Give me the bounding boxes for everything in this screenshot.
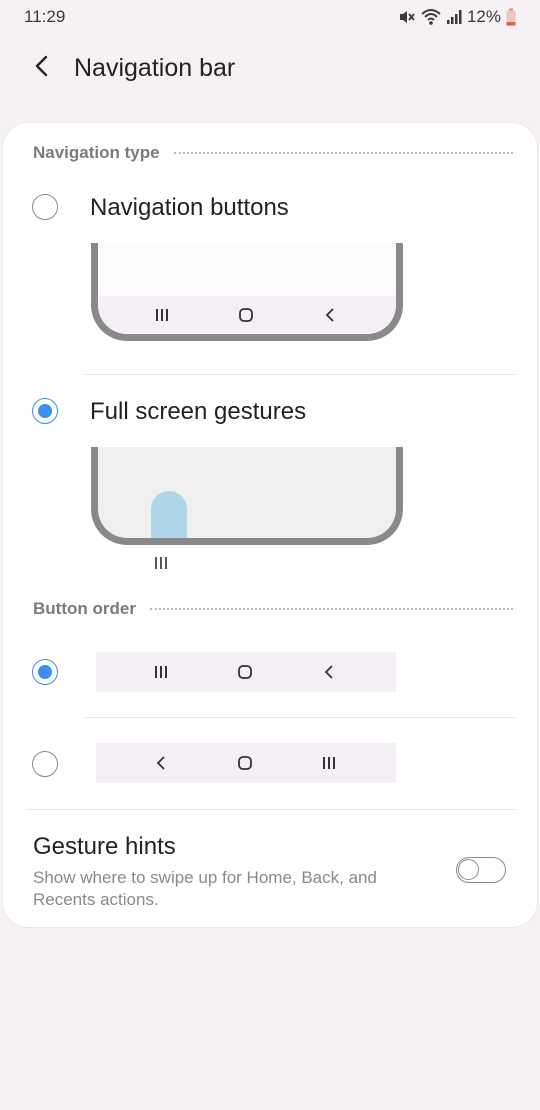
- page-title: Navigation bar: [74, 54, 236, 82]
- gesture-hint-icon: [149, 551, 173, 575]
- status-bar: 11:29 12%: [0, 0, 540, 34]
- home-icon: [233, 660, 257, 684]
- gesture-hints-title: Gesture hints: [33, 833, 176, 860]
- app-bar: Navigation bar: [0, 40, 540, 100]
- section-header-navigation-type: Navigation type: [33, 141, 513, 165]
- navigation-buttons-preview[interactable]: [91, 243, 403, 341]
- home-icon: [233, 751, 257, 775]
- chevron-left-icon: [32, 55, 52, 82]
- radio-button-order-2[interactable]: [32, 751, 58, 777]
- preview-navbar: [98, 296, 396, 334]
- gesture-hint-pill: [151, 491, 187, 538]
- back-icon: [318, 303, 342, 327]
- status-icons: 12%: [398, 7, 516, 27]
- divider: [27, 809, 515, 810]
- dotted-divider: [149, 608, 513, 610]
- settings-card: Navigation type Navigation buttons Full …: [2, 122, 538, 928]
- radio-full-screen-gestures[interactable]: [32, 398, 58, 424]
- button-order-preview-1: [96, 652, 396, 692]
- option-label: Navigation buttons: [90, 194, 289, 221]
- wifi-icon: [421, 8, 441, 26]
- recents-icon: [150, 303, 174, 327]
- dotted-divider: [173, 152, 513, 154]
- section-header-button-order: Button order: [33, 597, 513, 621]
- signal-icon: [446, 9, 462, 25]
- radio-navigation-buttons[interactable]: [32, 194, 58, 220]
- back-icon: [317, 660, 341, 684]
- button-order-preview-2: [96, 743, 396, 783]
- home-icon: [234, 303, 258, 327]
- full-screen-gestures-preview[interactable]: [91, 447, 403, 545]
- option-label: Full screen gestures: [90, 398, 307, 425]
- gesture-hints-toggle[interactable]: [456, 857, 506, 883]
- status-time: 11:29: [24, 7, 66, 26]
- battery-low-icon: [506, 8, 516, 26]
- back-button[interactable]: [24, 50, 60, 86]
- mute-icon: [398, 8, 416, 26]
- back-icon: [149, 751, 173, 775]
- battery-percent: 12%: [466, 7, 501, 26]
- recents-icon: [149, 660, 173, 684]
- divider: [85, 374, 515, 375]
- recents-icon: [317, 751, 341, 775]
- gesture-hints-description: Show where to swipe up for Home, Back, a…: [33, 868, 377, 909]
- divider: [85, 717, 515, 718]
- radio-button-order-1[interactable]: [32, 659, 58, 685]
